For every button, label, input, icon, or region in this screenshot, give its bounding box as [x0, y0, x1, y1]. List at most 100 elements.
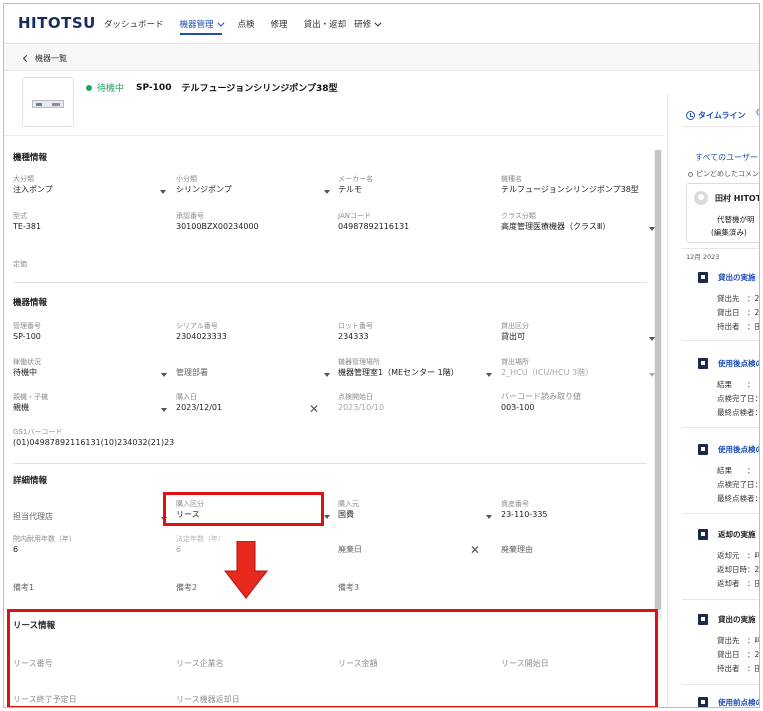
- field-maker[interactable]: メーカー名 テルモ: [338, 174, 488, 196]
- comment-edited-label: (編集済み): [711, 228, 747, 237]
- field-lease-return-date[interactable]: リース機器返却日: [176, 694, 326, 706]
- back-to-list-link[interactable]: 機器一覧: [22, 53, 67, 64]
- field-operation-status[interactable]: 稼働状況 待機中: [13, 357, 167, 379]
- field-barcode-read-value[interactable]: バーコード読み取り値 003-100: [501, 392, 651, 414]
- comment-author: 田村 HITOT: [715, 194, 760, 203]
- section-title-detail-info: 詳細情報: [13, 476, 48, 486]
- timeline-panel: タイムライン C すべてのユーザー ピンどめしたコメン 田村 HITOT 代替機…: [667, 94, 760, 707]
- pinned-comment-card[interactable]: 田村 HITOT 代替機が明 (編集済み): [686, 183, 760, 243]
- dropdown-arrow-icon: [649, 337, 655, 341]
- field-lot-number[interactable]: ロット番号 234333: [338, 321, 488, 343]
- device-code: SP-100: [136, 82, 172, 93]
- field-lease-amount[interactable]: リース金額: [338, 658, 488, 670]
- field-management-number[interactable]: 管理番号 SP-100: [13, 321, 163, 343]
- lend-event-icon: [698, 614, 708, 625]
- pin-icon: [688, 171, 693, 177]
- clipboard-icon: [698, 697, 708, 707]
- field-disposal-date[interactable]: 廃棄日: [338, 544, 488, 556]
- app-window: HITOTSU ダッシュボード 機器管理 点検 修理 貸出・返却 研修 機器一覧…: [3, 3, 760, 708]
- timeline-divider: [682, 427, 759, 428]
- tab-timeline[interactable]: タイムライン: [686, 110, 745, 121]
- field-purchase-source[interactable]: 購入元 国費: [338, 499, 492, 521]
- dropdown-arrow-icon: [324, 515, 330, 519]
- clear-disposal-date-icon[interactable]: ✕: [470, 544, 480, 556]
- chevron-left-icon: [22, 54, 31, 63]
- field-note1[interactable]: 備考1: [13, 582, 163, 594]
- field-class[interactable]: クラス分類 高度管理医療機器（クラスⅢ）: [501, 211, 655, 233]
- dropdown-arrow-icon: [649, 227, 655, 231]
- field-model-name[interactable]: 機種名 テルフュージョンシリンジポンプ38型: [501, 174, 651, 196]
- breadcrumb-bar: 機器一覧: [4, 45, 759, 71]
- timeline-divider: [682, 513, 759, 514]
- highlight-purchase-type: [163, 492, 324, 526]
- nav-equipment-management[interactable]: 機器管理: [179, 4, 224, 44]
- nav-inspection[interactable]: 点検: [238, 4, 255, 44]
- dropdown-arrow-icon: [649, 373, 655, 377]
- device-header: 待機中 SP-100 テルフュージョンシリンジポンプ38型: [4, 71, 759, 131]
- field-lending-category[interactable]: 貸出区分 貸出可: [501, 321, 655, 343]
- back-label: 機器一覧: [35, 54, 67, 63]
- comment-text: 代替機が明: [717, 215, 755, 224]
- section-title-model-info: 機種情報: [13, 153, 48, 163]
- field-lease-number[interactable]: リース番号: [13, 658, 163, 670]
- timeline-divider: [682, 684, 759, 685]
- field-department[interactable]: - 管理部署: [176, 357, 330, 379]
- section-divider: [13, 463, 647, 464]
- field-type[interactable]: 型式 TE-381: [13, 211, 163, 233]
- tab-divider: [682, 126, 759, 127]
- field-lease-company[interactable]: リース企業名: [176, 658, 326, 670]
- timeline-divider: [682, 599, 759, 600]
- field-durable-years[interactable]: 院内耐用年数（年） 6: [13, 534, 163, 556]
- dropdown-arrow-icon: [324, 373, 330, 377]
- field-parent-child[interactable]: 親機・子機 親機: [13, 392, 167, 414]
- dropdown-arrow-icon: [486, 515, 492, 519]
- section-divider: [13, 282, 647, 283]
- avatar: [694, 191, 708, 205]
- nav-repair[interactable]: 修理: [271, 4, 288, 44]
- field-serial-number[interactable]: シリアル番号 2304023333: [176, 321, 326, 343]
- dropdown-arrow-icon: [161, 373, 167, 377]
- dropdown-arrow-icon: [486, 373, 492, 377]
- chevron-down-icon: [374, 19, 382, 27]
- field-gs1-barcode[interactable]: GS1バーコード (01)04987892116131(10)234032(21…: [13, 427, 313, 449]
- nav-training[interactable]: 研修: [354, 4, 382, 44]
- dropdown-arrow-icon: [324, 190, 330, 194]
- field-jan-code[interactable]: JANコード 04987892116131: [338, 211, 488, 233]
- field-agent[interactable]: - 担当代理店: [13, 501, 167, 523]
- field-lease-end-date[interactable]: リース終了予定日: [13, 694, 163, 706]
- field-lending-place[interactable]: 貸出場所 2_HCU（ICU/HCU 3階）: [501, 357, 655, 379]
- field-purchase-date[interactable]: 購入日 2023/12/01: [176, 392, 326, 414]
- top-navigation-bar: HITOTSU ダッシュボード 機器管理 点検 修理 貸出・返却 研修: [4, 4, 759, 44]
- clock-icon: [686, 111, 695, 120]
- red-down-arrow-icon: [224, 541, 268, 599]
- field-major-category[interactable]: 大分類 注入ポンプ: [13, 174, 166, 196]
- field-disposal-reason[interactable]: 廃棄理由: [501, 544, 651, 556]
- user-filter-link[interactable]: すべてのユーザー: [695, 152, 758, 163]
- field-asset-number[interactable]: 資産番号 23-110-335: [501, 499, 651, 521]
- dropdown-arrow-icon: [160, 190, 166, 194]
- field-minor-category[interactable]: 小分類 シリンジポンプ: [176, 174, 330, 196]
- pinned-comments-label: ピンどめしたコメン: [688, 169, 759, 179]
- nav-lending-return[interactable]: 貸出・返却: [304, 4, 347, 44]
- tab-other[interactable]: C: [756, 108, 759, 117]
- status-dot-icon: [86, 84, 92, 91]
- clear-purchase-date-icon[interactable]: ✕: [309, 403, 319, 415]
- scrollbar[interactable]: [654, 150, 662, 620]
- field-inspection-start-date[interactable]: 点検開始日 2023/10/10: [338, 392, 488, 414]
- device-status-line: 待機中 SP-100 テルフュージョンシリンジポンプ38型: [86, 81, 338, 94]
- main-nav: ダッシュボード 機器管理 点検 修理 貸出・返却 研修: [104, 4, 395, 44]
- timeline-divider: [682, 340, 759, 341]
- scrollbar-thumb[interactable]: [655, 150, 661, 610]
- status-badge: 待機中: [97, 84, 125, 94]
- field-lease-start-date[interactable]: リース開始日: [501, 658, 651, 670]
- nav-dashboard[interactable]: ダッシュボード: [104, 4, 164, 44]
- field-approval-number[interactable]: 承認番号 30100BZX00234000: [176, 211, 326, 233]
- field-list-price[interactable]: 定価: [13, 259, 163, 269]
- device-thumbnail[interactable]: [22, 77, 74, 127]
- device-name: テルフュージョンシリンジポンプ38型: [181, 84, 338, 94]
- section-title-lease-info: リース情報: [13, 621, 56, 631]
- section-title-device-info: 機器情報: [13, 298, 48, 308]
- field-note3[interactable]: 備考3: [338, 582, 488, 594]
- logo[interactable]: HITOTSU: [18, 14, 96, 32]
- field-management-location[interactable]: 機器管理場所 機器管理室1（MEセンター 1階）: [338, 357, 492, 379]
